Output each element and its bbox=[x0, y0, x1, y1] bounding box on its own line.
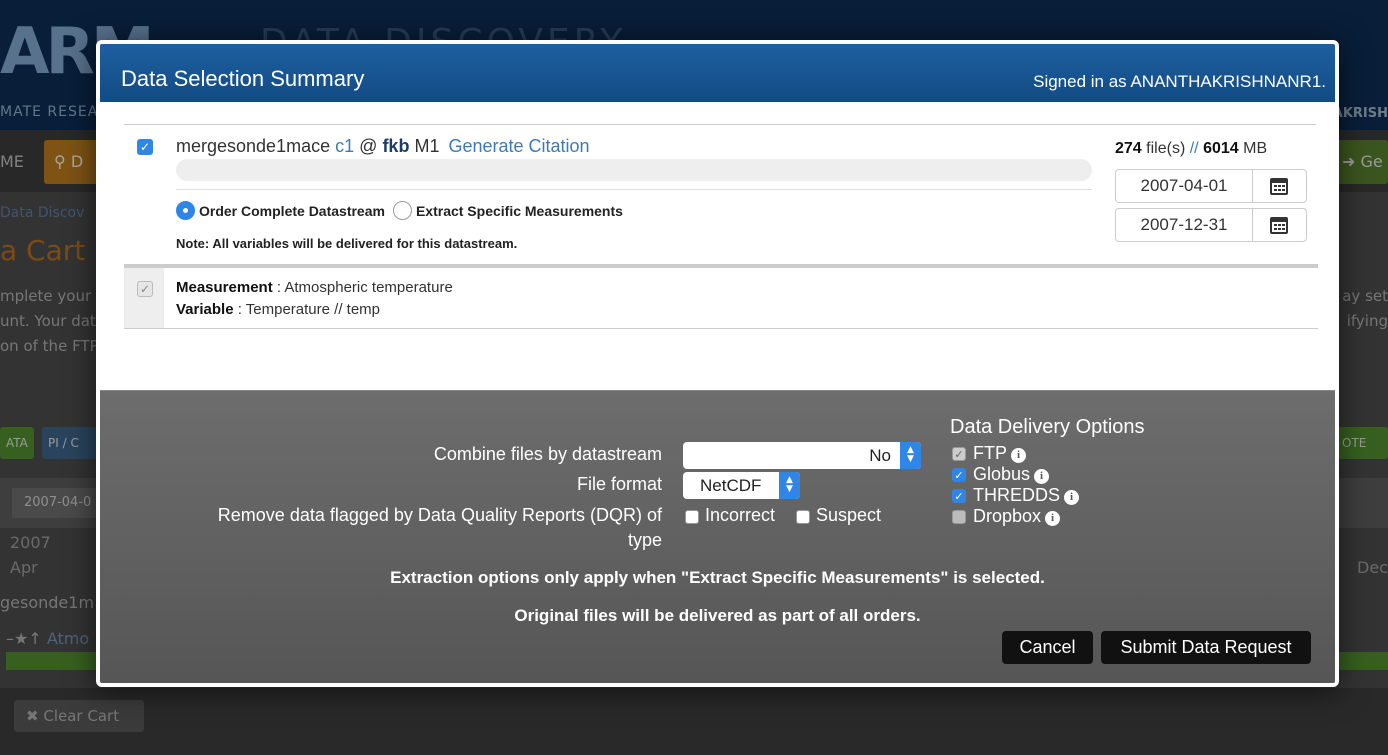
ftp-checkbox: ✓ bbox=[952, 447, 966, 461]
order-mode-radio-group: Order Complete Datastream Extract Specif… bbox=[176, 201, 631, 220]
combine-files-value: No bbox=[869, 446, 891, 465]
ftp-option: FTP i bbox=[973, 443, 1026, 464]
dqr-suspect-label[interactable]: Suspect bbox=[816, 505, 881, 526]
signed-in-text: Signed in as ANANTHAKRISHNANR1. bbox=[1033, 72, 1326, 91]
generate-citation-link[interactable]: Generate Citation bbox=[448, 136, 589, 156]
datastream-facility: M1 bbox=[414, 136, 440, 156]
divider bbox=[124, 328, 1318, 329]
dqr-suspect-checkbox[interactable] bbox=[796, 510, 810, 524]
file-format-value: NetCDF bbox=[700, 476, 762, 495]
radio-order-complete-label[interactable]: Order Complete Datastream bbox=[199, 203, 385, 219]
combine-files-select[interactable]: No ▲ ▼ bbox=[683, 442, 921, 469]
cancel-button[interactable]: Cancel bbox=[1002, 631, 1093, 664]
info-icon[interactable]: i bbox=[1045, 511, 1061, 526]
datastream-level: c1 bbox=[335, 136, 355, 156]
dqr-incorrect-checkbox[interactable] bbox=[685, 510, 699, 524]
calendar-icon[interactable] bbox=[1252, 170, 1306, 202]
file-format-label: File format bbox=[576, 474, 662, 494]
datastream-id: mergesonde1mace bbox=[176, 136, 331, 156]
divider bbox=[176, 189, 1092, 190]
file-count: 274 bbox=[1115, 140, 1142, 157]
globus-option[interactable]: Globus i bbox=[973, 464, 1050, 485]
extraction-notice: Extraction options only apply when "Extr… bbox=[390, 568, 1045, 587]
file-size-unit: MB bbox=[1243, 140, 1268, 157]
datastream-at: @ bbox=[359, 136, 378, 156]
measurement-text: Measurement : Atmospheric temperature bbox=[176, 279, 453, 296]
file-summary: 274 file(s) // 6014 MB bbox=[1115, 140, 1267, 158]
thredds-checkbox[interactable]: ✓ bbox=[952, 489, 966, 503]
divider bbox=[124, 124, 1316, 125]
radio-extract-specific-label[interactable]: Extract Specific Measurements bbox=[416, 203, 623, 219]
radio-order-complete[interactable] bbox=[176, 201, 195, 220]
datastream-note: Note: All variables will be delivered fo… bbox=[176, 236, 518, 251]
info-icon[interactable]: i bbox=[1011, 448, 1026, 463]
measurement-label: Measurement bbox=[176, 279, 273, 296]
end-date-input[interactable]: 2007-12-31 bbox=[1116, 209, 1253, 241]
datastream-checkbox[interactable]: ✓ bbox=[137, 139, 153, 155]
end-date-field[interactable]: 2007-12-31 bbox=[1115, 208, 1307, 242]
variable-label: Variable bbox=[176, 301, 234, 318]
info-icon[interactable]: i bbox=[1034, 469, 1050, 484]
files-separator: // bbox=[1189, 140, 1199, 157]
dropbox-option[interactable]: Dropbox i bbox=[973, 506, 1061, 527]
ftp-label: FTP bbox=[973, 443, 1007, 463]
start-date-input[interactable]: 2007-04-01 bbox=[1116, 170, 1253, 202]
data-selection-modal: Data Selection Summary Signed in as ANAN… bbox=[96, 40, 1339, 687]
dqr-label-type: type bbox=[627, 530, 662, 550]
delivery-options-title: Data Delivery Options bbox=[950, 416, 1145, 438]
thredds-label[interactable]: THREDDS bbox=[973, 485, 1060, 505]
measurement-checkbox-cell bbox=[124, 268, 164, 328]
file-size: 6014 bbox=[1203, 140, 1239, 157]
globus-checkbox[interactable]: ✓ bbox=[952, 468, 966, 482]
modal-title: Data Selection Summary bbox=[121, 66, 365, 91]
select-arrows-icon: ▲ ▼ bbox=[900, 442, 921, 469]
submit-data-request-button[interactable]: Submit Data Request bbox=[1101, 631, 1311, 664]
dropbox-label[interactable]: Dropbox bbox=[973, 506, 1041, 526]
info-icon[interactable]: i bbox=[1064, 490, 1080, 505]
measurement-value: : Atmospheric temperature bbox=[272, 279, 453, 296]
start-date-field[interactable]: 2007-04-01 bbox=[1115, 169, 1307, 203]
datastream-name: mergesonde1mace c1 @ fkb M1 Generate Cit… bbox=[176, 136, 590, 157]
dqr-label: Remove data flagged by Data Quality Repo… bbox=[217, 505, 662, 525]
file-format-select[interactable]: NetCDF ▲ ▼ bbox=[683, 472, 800, 499]
variable-value: : Temperature // temp bbox=[233, 301, 381, 318]
globus-label[interactable]: Globus bbox=[973, 464, 1030, 484]
thredds-option[interactable]: THREDDS i bbox=[973, 485, 1080, 506]
original-files-notice: Original files will be delivered as part… bbox=[514, 606, 921, 625]
variable-text: Variable : Temperature // temp bbox=[176, 301, 380, 318]
calendar-icon[interactable] bbox=[1252, 209, 1306, 241]
dqr-incorrect-label[interactable]: Incorrect bbox=[705, 505, 775, 526]
combine-files-label: Combine files by datastream bbox=[433, 444, 662, 464]
measurement-checkbox: ✓ bbox=[137, 281, 153, 297]
dropbox-checkbox[interactable] bbox=[952, 510, 966, 524]
radio-extract-specific[interactable] bbox=[392, 201, 412, 220]
files-label: file(s) bbox=[1146, 140, 1186, 157]
datastream-coverage-bar bbox=[176, 159, 1092, 181]
datastream-site: fkb bbox=[382, 136, 410, 156]
select-arrows-icon: ▲ ▼ bbox=[779, 472, 800, 499]
divider bbox=[124, 264, 1318, 268]
modal-header: Data Selection Summary Signed in as ANAN… bbox=[100, 44, 1335, 102]
